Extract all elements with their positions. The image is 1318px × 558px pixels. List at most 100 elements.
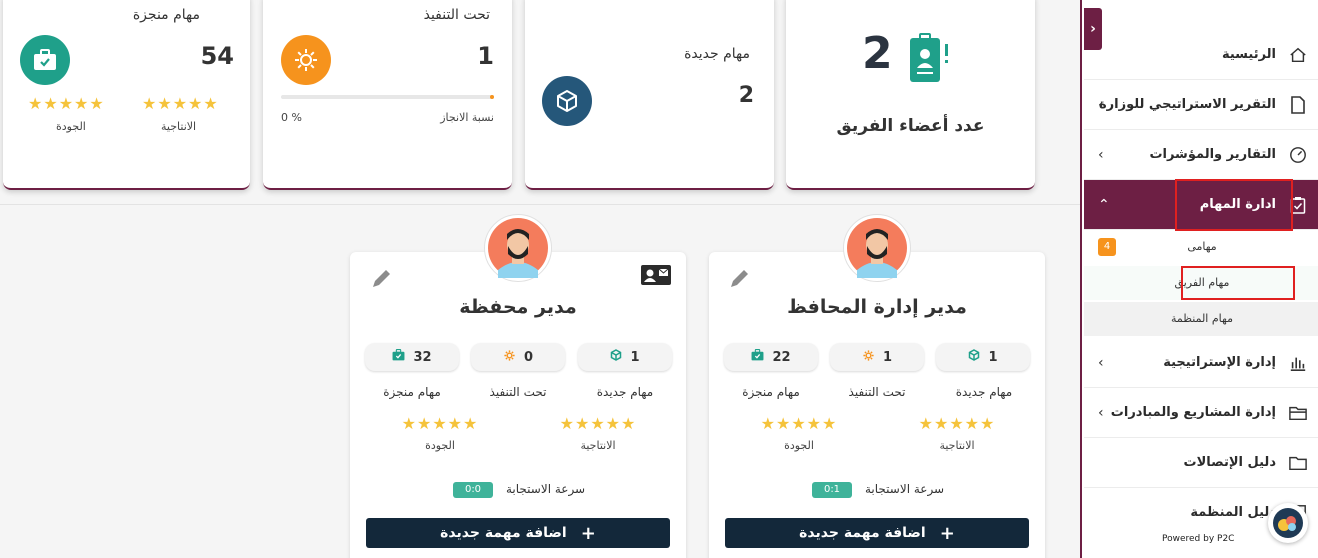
highlight-box-team-tasks <box>1181 266 1295 300</box>
new-tasks-pill[interactable]: 1 <box>578 343 672 371</box>
team-members-label: عدد أعضاء الفريق <box>836 116 985 136</box>
assistant-logo-icon <box>1273 508 1303 538</box>
completed-pill[interactable]: 22 <box>724 343 818 371</box>
sidebar-item-contacts[interactable]: دليل الإتصالات <box>1084 438 1318 488</box>
edit-icon[interactable] <box>728 266 752 294</box>
productivity-label: الانتاجية <box>939 439 975 452</box>
productivity-stars: ★★★★★ <box>559 414 637 433</box>
completed-label: مهام منجزة <box>383 385 441 399</box>
avatar <box>484 214 552 282</box>
member-card-portfolios-director[interactable]: مدير إدارة المحافظ 1 1 22 مهام جديدة تحت… <box>709 214 1045 558</box>
sidebar-item-reports-indicators[interactable]: التقارير والمؤشرات ‹ <box>1084 130 1318 180</box>
sidebar-subitem-my-tasks[interactable]: مهامى 4 <box>1084 230 1318 264</box>
folder-open-icon <box>1288 403 1308 423</box>
add-task-button[interactable]: اضافة مهمة جديدة + <box>366 518 670 548</box>
completed-value: 32 <box>413 349 432 365</box>
cube-icon <box>542 76 592 126</box>
briefcase-check-icon <box>392 349 405 365</box>
completed-pill[interactable]: 32 <box>365 343 459 371</box>
new-tasks-label: مهام جديدة <box>955 385 1013 399</box>
new-tasks-value: 1 <box>630 349 640 365</box>
sidebar-item-home[interactable]: الرئيسية <box>1084 30 1318 80</box>
gear-icon <box>281 35 331 85</box>
progress-value: 0 % <box>281 111 302 124</box>
chevron-left-icon: ‹ <box>1098 355 1104 371</box>
sidebar-item-label: التقارير والمؤشرات <box>1149 147 1276 162</box>
gear-icon <box>862 349 875 366</box>
page: مهام منجزة 54 ★★★★★ ★★★★★ الانتاجية الجو… <box>0 0 1318 558</box>
gauge-icon <box>1288 145 1308 165</box>
new-tasks-title: مهام جديدة <box>684 46 750 62</box>
in-progress-pill[interactable]: 0 <box>471 343 565 371</box>
progress-fill <box>489 95 494 99</box>
chevron-left-icon: ‹ <box>1098 405 1104 421</box>
sub-item-label: مهام المنظمة <box>1171 312 1233 325</box>
sidebar-item-strategy-management[interactable]: إدارة الإستراتيجية ‹ <box>1084 338 1318 388</box>
assistant-fab[interactable] <box>1268 503 1308 543</box>
home-icon <box>1288 45 1308 65</box>
quality-label: الجودة <box>784 439 814 452</box>
cube-icon <box>968 349 980 365</box>
team-members-card[interactable]: 2 عدد أعضاء الفريق <box>786 0 1035 190</box>
quality-label: الجودة <box>425 439 455 452</box>
response-speed-badge: 0:0 <box>453 482 493 498</box>
chevron-right-icon: › <box>1090 21 1096 37</box>
in-progress-label: تحت التنفيذ <box>848 385 906 399</box>
folder-icon <box>1288 453 1308 473</box>
plus-icon: + <box>939 522 955 544</box>
edit-icon[interactable] <box>370 266 394 294</box>
cube-icon <box>610 349 622 365</box>
in-progress-card[interactable]: تحت التنفيذ 1 نسبة الانجاز 0 % <box>263 0 512 190</box>
sidebar-item-strategic-report[interactable]: التقرير الاستراتيجي للوزارة ‹ <box>1084 80 1318 130</box>
powered-by: Powered by P2C <box>1162 534 1235 544</box>
sidebar-subitem-org-tasks[interactable]: مهام المنظمة <box>1084 302 1318 336</box>
in-progress-count: 1 <box>477 42 494 70</box>
divider <box>0 204 1080 205</box>
sidebar-collapse-button[interactable]: › <box>1084 8 1102 50</box>
document-icon <box>1288 95 1308 115</box>
add-task-label: اضافة مهمة جديدة <box>799 525 926 541</box>
member-card-portfolio-manager[interactable]: مدير محفظة 1 0 32 مهام جديدة تحت التنفيذ… <box>350 214 686 558</box>
add-task-label: اضافة مهمة جديدة <box>440 525 567 541</box>
chevron-up-icon: ⌃ <box>1098 197 1110 213</box>
progress-bar <box>281 95 494 99</box>
quality-label: الجودة <box>56 120 86 133</box>
completed-tasks-card[interactable]: مهام منجزة 54 ★★★★★ ★★★★★ الانتاجية الجو… <box>3 0 250 190</box>
sidebar-item-label: دليل الإتصالات <box>1183 455 1276 470</box>
sidebar-item-label: إدارة الإستراتيجية <box>1163 355 1276 370</box>
new-tasks-count: 2 <box>738 83 754 108</box>
contact-card-icon[interactable] <box>640 264 672 290</box>
sidebar-item-label: إدارة المشاريع والمبادرات <box>1110 405 1276 420</box>
in-progress-value: 0 <box>523 349 534 365</box>
new-tasks-card[interactable]: مهام جديدة 2 <box>525 0 774 190</box>
briefcase-icon <box>20 35 70 85</box>
in-progress-label: تحت التنفيذ <box>489 385 547 399</box>
id-badge-icon <box>908 32 952 86</box>
new-tasks-pill[interactable]: 1 <box>936 343 1030 371</box>
sub-item-label: مهامى <box>1187 240 1217 253</box>
new-tasks-label: مهام جديدة <box>596 385 654 399</box>
quality-stars: ★★★★★ <box>28 94 105 113</box>
completed-tasks-title: مهام منجزة <box>132 7 200 23</box>
gear-icon <box>503 349 516 366</box>
sidebar-item-label: دليل المنظمة <box>1190 505 1276 520</box>
productivity-label: الانتاجية <box>580 439 616 452</box>
sidebar-item-label: الرئيسية <box>1221 47 1276 62</box>
briefcase-check-icon <box>751 349 764 365</box>
in-progress-pill[interactable]: 1 <box>830 343 924 371</box>
in-progress-value: 1 <box>882 349 893 365</box>
in-progress-title: تحت التنفيذ <box>423 7 490 23</box>
chevron-left-icon: ‹ <box>1098 147 1104 163</box>
count-badge: 4 <box>1098 238 1116 256</box>
quality-stars: ★★★★★ <box>401 414 479 433</box>
response-speed-badge: 0:1 <box>812 482 852 498</box>
bar-chart-icon <box>1288 353 1308 373</box>
response-speed-label: سرعة الاستجابة <box>506 482 586 496</box>
response-speed-label: سرعة الاستجابة <box>865 482 945 496</box>
highlight-box-task-management <box>1175 179 1293 231</box>
avatar <box>843 214 911 282</box>
add-task-button[interactable]: اضافة مهمة جديدة + <box>725 518 1029 548</box>
progress-label: نسبة الانجاز <box>440 111 494 124</box>
productivity-stars: ★★★★★ <box>918 414 996 433</box>
sidebar-item-projects[interactable]: إدارة المشاريع والمبادرات ‹ <box>1084 388 1318 438</box>
